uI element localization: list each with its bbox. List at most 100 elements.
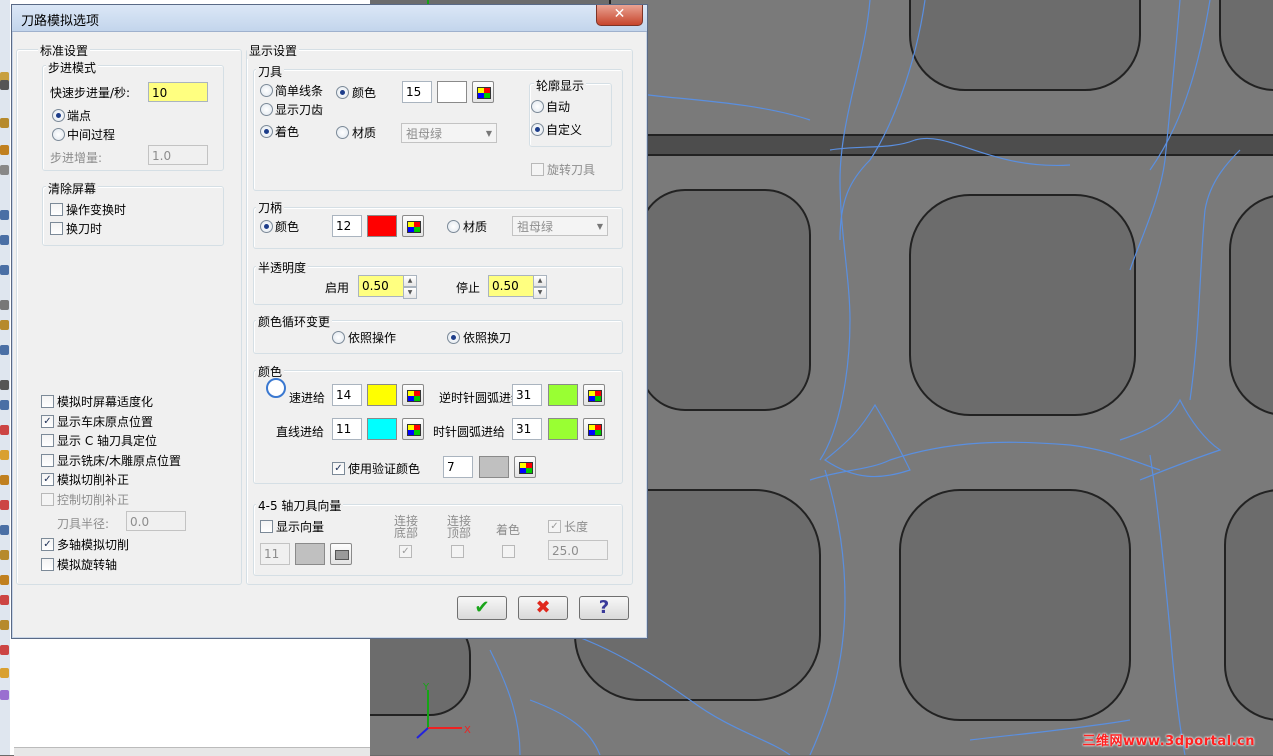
- connect-top-checkbox[interactable]: [451, 545, 464, 558]
- holder-color-radio[interactable]: [260, 220, 273, 233]
- toolbar-icon[interactable]: [0, 620, 9, 630]
- rotate-tool-label: 旋转刀具: [547, 163, 596, 177]
- toolbar-icon[interactable]: [0, 450, 9, 460]
- toolbar-icon[interactable]: [0, 475, 9, 485]
- by-tool-change-label: 依照换刀: [463, 331, 512, 345]
- use-verify-color-checkbox[interactable]: ✓: [332, 462, 345, 475]
- fit-screen-label: 模拟时屏幕适度化: [57, 395, 154, 409]
- outline-custom-radio[interactable]: [531, 123, 544, 136]
- toolbar-icon[interactable]: [0, 645, 9, 655]
- control-cutter-comp-checkbox[interactable]: [41, 493, 54, 506]
- endpoint-radio[interactable]: [52, 109, 65, 122]
- on-op-change-checkbox[interactable]: [50, 203, 63, 216]
- step-increment-input[interactable]: 1.0: [148, 145, 208, 165]
- palette-icon: [588, 390, 602, 402]
- toolbar-icon[interactable]: [0, 380, 9, 390]
- vector-color-palette-button[interactable]: [330, 543, 352, 565]
- holder-color-label: 颜色: [275, 220, 300, 234]
- tool-radius-input[interactable]: 0.0: [126, 511, 186, 531]
- axis-y-label: Y: [422, 682, 430, 693]
- ccw-arc-color-palette-button[interactable]: [583, 384, 605, 406]
- verify-color-palette-button[interactable]: [514, 456, 536, 478]
- linear-color-palette-button[interactable]: [402, 418, 424, 440]
- toolbar-icon[interactable]: [0, 525, 9, 535]
- show-c-axis-label: 显示 C 轴刀具定位: [57, 434, 158, 448]
- toolbar-icon[interactable]: [0, 235, 9, 245]
- cancel-button[interactable]: ✖: [518, 596, 568, 620]
- holder-material-select[interactable]: 祖母绿 ▼: [512, 216, 608, 236]
- holder-color-palette-button[interactable]: [402, 215, 424, 237]
- toolbar-icon[interactable]: [0, 425, 9, 435]
- transparency-stop-input[interactable]: 0.50: [488, 275, 534, 297]
- toolbar-icon[interactable]: [0, 300, 9, 310]
- by-tool-change-radio[interactable]: [447, 331, 460, 344]
- help-button[interactable]: ?: [579, 596, 629, 620]
- ok-button[interactable]: ✔: [457, 596, 507, 620]
- midprocess-radio[interactable]: [52, 128, 65, 141]
- toolbar-icon[interactable]: [0, 320, 9, 330]
- on-tool-change-checkbox[interactable]: [50, 222, 63, 235]
- toolbar-icon[interactable]: [0, 265, 9, 275]
- transparency-enable-spinner[interactable]: ▲ ▼: [403, 275, 417, 299]
- vector-length-checkbox[interactable]: ✓: [548, 520, 561, 533]
- tool-material-select[interactable]: 祖母绿 ▼: [401, 123, 497, 143]
- tool-color-palette-button[interactable]: [472, 81, 494, 103]
- palette-icon: [519, 462, 533, 474]
- rapid-color-input[interactable]: 14: [332, 384, 362, 406]
- show-mill-origin-checkbox[interactable]: [41, 454, 54, 467]
- toolbar-icon[interactable]: [0, 145, 9, 155]
- ccw-arc-color-input[interactable]: 31: [512, 384, 542, 406]
- verify-color-input[interactable]: 7: [443, 456, 473, 478]
- sim-rotary-checkbox[interactable]: [41, 558, 54, 571]
- fit-screen-checkbox[interactable]: [41, 395, 54, 408]
- tool-color-input[interactable]: 15: [402, 81, 432, 103]
- tool-material-radio[interactable]: [336, 126, 349, 139]
- toolbar-icon[interactable]: [0, 118, 9, 128]
- shaded-radio[interactable]: [260, 125, 273, 138]
- transparency-stop-spinner[interactable]: ▲ ▼: [533, 275, 547, 299]
- vector-color-input[interactable]: 11: [260, 543, 290, 565]
- outline-auto-radio[interactable]: [531, 100, 544, 113]
- rapid-color-palette-button[interactable]: [402, 384, 424, 406]
- tool-color-radio[interactable]: [336, 86, 349, 99]
- step-increment-label: 步进增量:: [50, 151, 103, 165]
- dialog-titlebar[interactable]: 刀路模拟选项 ✕: [12, 5, 647, 32]
- toolbar-icon[interactable]: [0, 210, 9, 220]
- show-c-axis-checkbox[interactable]: [41, 434, 54, 447]
- toolbar-icon[interactable]: [0, 690, 9, 700]
- sim-rotary-label: 模拟旋转轴: [57, 558, 118, 572]
- holder-material-radio[interactable]: [447, 220, 460, 233]
- rotate-tool-checkbox[interactable]: [531, 163, 544, 176]
- by-operation-radio[interactable]: [332, 331, 345, 344]
- show-vector-checkbox[interactable]: [260, 520, 273, 533]
- toolbar-icon[interactable]: [0, 668, 9, 678]
- control-cutter-comp-label: 控制切削补正: [57, 493, 130, 507]
- close-button[interactable]: ✕: [596, 5, 643, 26]
- fast-step-input[interactable]: 10: [148, 82, 208, 102]
- verify-color-swatch: [479, 456, 509, 478]
- connect-bottom-checkbox[interactable]: ✓: [399, 545, 412, 558]
- linear-color-input[interactable]: 11: [332, 418, 362, 440]
- toolpath-simulation-options-dialog: 刀路模拟选项 ✕ 标准设置 步进模式 快速步进量/秒: 10 端点 中间过程 步…: [11, 4, 648, 639]
- dialog-body: 标准设置 步进模式 快速步进量/秒: 10 端点 中间过程 步进增量: 1.0 …: [16, 33, 641, 632]
- toolbar-icon[interactable]: [0, 165, 9, 175]
- toolbar-icon[interactable]: [0, 500, 9, 510]
- sim-cutter-comp-checkbox[interactable]: ✓: [41, 473, 54, 486]
- toolbar-icon[interactable]: [0, 575, 9, 585]
- vector-length-input[interactable]: 25.0: [548, 540, 608, 560]
- transparency-enable-input[interactable]: 0.50: [358, 275, 404, 297]
- show-teeth-radio[interactable]: [260, 103, 273, 116]
- toolbar-icon[interactable]: [0, 345, 9, 355]
- simple-wire-radio[interactable]: [260, 84, 273, 97]
- multiaxis-sim-checkbox[interactable]: ✓: [41, 538, 54, 551]
- cw-arc-color-input[interactable]: 31: [512, 418, 542, 440]
- toolbar-icon[interactable]: [0, 400, 9, 410]
- holder-color-input[interactable]: 12: [332, 215, 362, 237]
- show-lathe-origin-checkbox[interactable]: ✓: [41, 415, 54, 428]
- vector-shade-checkbox[interactable]: [502, 545, 515, 558]
- cw-arc-color-palette-button[interactable]: [583, 418, 605, 440]
- toolbar-icon[interactable]: [0, 550, 9, 560]
- toolbar-icon[interactable]: [0, 80, 9, 90]
- toolbar-icon[interactable]: [0, 595, 9, 605]
- transparency-stop-label: 停止: [456, 281, 481, 295]
